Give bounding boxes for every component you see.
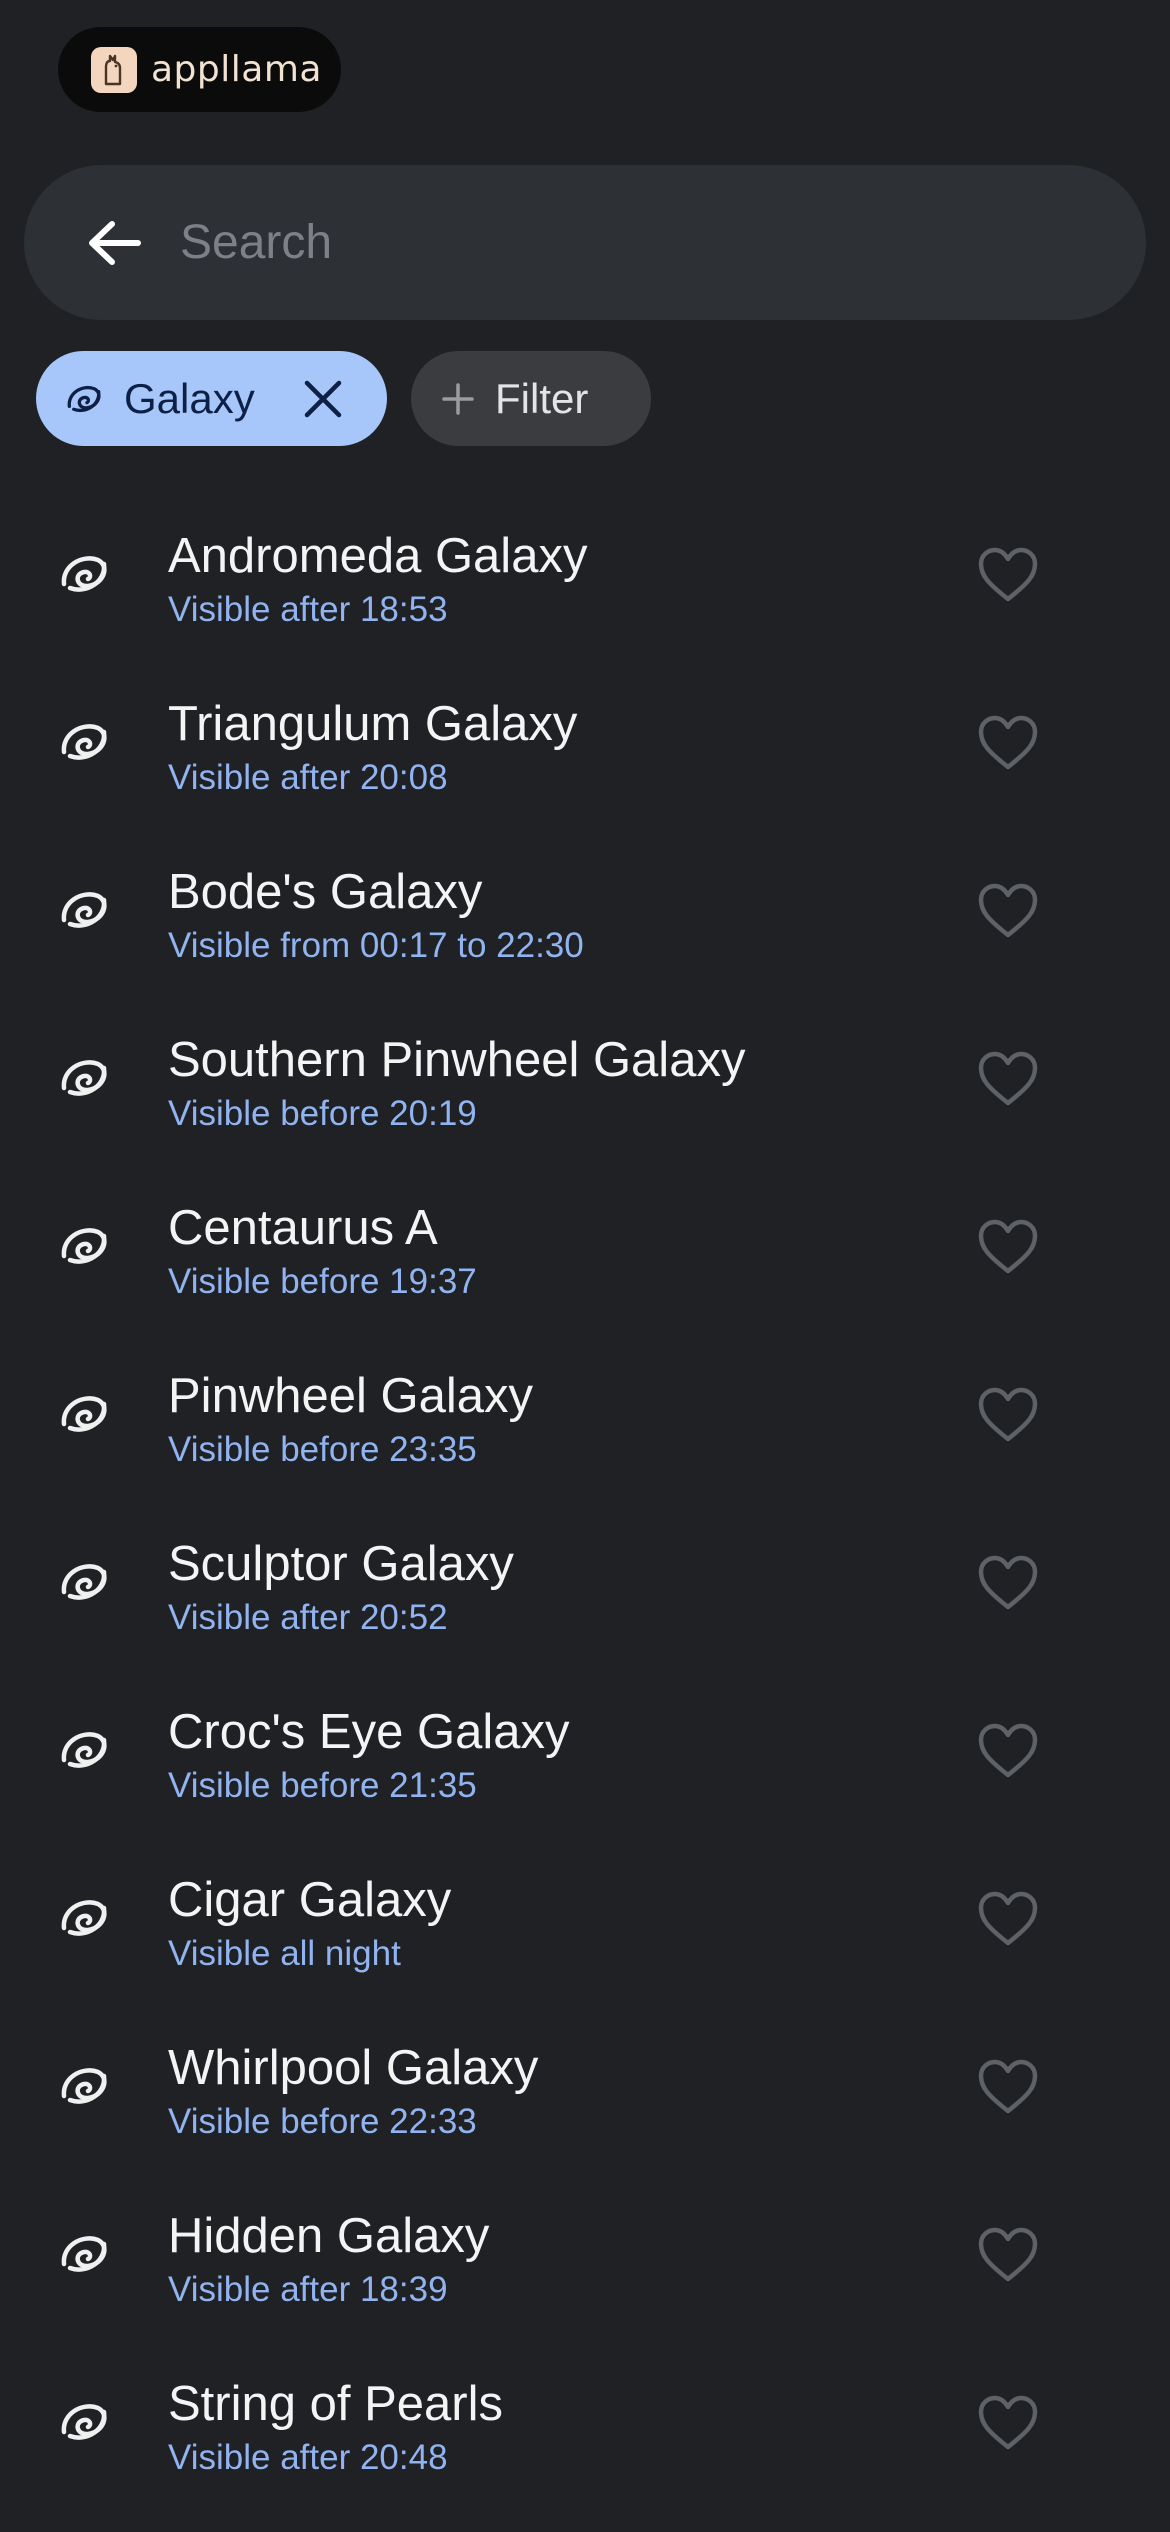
heart-icon[interactable] [977,1554,1039,1612]
list-item[interactable]: String of Pearls Visible after 20:48 [0,2342,1170,2510]
galaxy-icon [61,2404,107,2440]
list-item[interactable]: Centaurus A Visible before 19:37 [0,1166,1170,1334]
item-title: Hidden Galaxy [168,2209,490,2263]
galaxy-icon [61,1060,107,1096]
heart-icon[interactable] [977,1386,1039,1444]
item-title: Bode's Galaxy [168,865,483,919]
galaxy-search-screen: appllama Galaxy Filter [0,0,1170,2532]
heart-icon[interactable] [977,882,1039,940]
item-visibility: Visible before 23:35 [168,1430,477,1469]
item-title: Triangulum Galaxy [168,697,578,751]
heart-icon[interactable] [977,2394,1039,2452]
list-item[interactable]: Andromeda Galaxy Visible after 18:53 [0,494,1170,662]
heart-icon[interactable] [977,2226,1039,2284]
galaxy-icon [61,556,107,592]
list-item[interactable]: Croc's Eye Galaxy Visible before 21:35 [0,1670,1170,1838]
item-visibility: Visible before 19:37 [168,1262,477,1301]
galaxy-icon [61,2068,107,2104]
galaxy-icon [61,1396,107,1432]
galaxy-icon [67,385,101,412]
filter-chip-label: Filter [495,374,589,422]
back-arrow-icon[interactable] [78,207,150,279]
search-input[interactable] [180,165,1146,320]
item-visibility: Visible all night [168,1934,401,1973]
item-visibility: Visible after 20:52 [168,1598,448,1637]
galaxy-icon [61,892,107,928]
close-icon[interactable] [301,377,345,421]
plus-icon [442,382,474,415]
item-title: Centaurus A [168,1201,438,1255]
item-visibility: Visible after 20:08 [168,758,448,797]
heart-icon[interactable] [977,2058,1039,2116]
item-visibility: Visible after 18:39 [168,2270,448,2309]
item-visibility: Visible before 20:19 [168,1094,477,1133]
llama-logo-icon [91,46,137,93]
item-title: Cigar Galaxy [168,1873,452,1927]
galaxy-chip-label: Galaxy [124,374,255,422]
list-item[interactable]: Triangulum Galaxy Visible after 20:08 [0,662,1170,830]
item-title: Pinwheel Galaxy [168,1369,533,1423]
list-item[interactable]: Cigar Galaxy Visible all night [0,1838,1170,2006]
galaxy-list: Andromeda Galaxy Visible after 18:53 Tri… [0,494,1170,2510]
galaxy-icon [61,1564,107,1600]
heart-icon[interactable] [977,714,1039,772]
heart-icon[interactable] [977,1050,1039,1108]
item-title: String of Pearls [168,2377,503,2431]
heart-icon[interactable] [977,1722,1039,1780]
galaxy-icon [61,1732,107,1768]
brand-badge: appllama [58,27,341,112]
galaxy-filter-chip[interactable]: Galaxy [36,351,387,446]
galaxy-icon [61,724,107,760]
list-item[interactable]: Pinwheel Galaxy Visible before 23:35 [0,1334,1170,1502]
item-visibility: Visible after 20:48 [168,2438,448,2477]
heart-icon[interactable] [977,1218,1039,1276]
list-item[interactable]: Southern Pinwheel Galaxy Visible before … [0,998,1170,1166]
galaxy-icon [61,2236,107,2272]
item-visibility: Visible before 21:35 [168,1766,477,1805]
item-visibility: Visible before 22:33 [168,2102,477,2141]
search-bar [24,165,1146,320]
item-title: Croc's Eye Galaxy [168,1705,570,1759]
list-item[interactable]: Whirlpool Galaxy Visible before 22:33 [0,2006,1170,2174]
heart-icon[interactable] [977,546,1039,604]
item-visibility: Visible after 18:53 [168,590,448,629]
item-visibility: Visible from 00:17 to 22:30 [168,926,584,965]
item-title: Whirlpool Galaxy [168,2041,539,2095]
item-title: Sculptor Galaxy [168,1537,514,1591]
galaxy-icon [61,1228,107,1264]
galaxy-icon [61,1900,107,1936]
heart-icon[interactable] [977,1890,1039,1948]
brand-name: appllama [151,49,322,90]
list-item[interactable]: Sculptor Galaxy Visible after 20:52 [0,1502,1170,1670]
add-filter-chip[interactable]: Filter [411,351,651,446]
item-title: Southern Pinwheel Galaxy [168,1033,746,1087]
item-title: Andromeda Galaxy [168,529,588,583]
list-item[interactable]: Bode's Galaxy Visible from 00:17 to 22:3… [0,830,1170,998]
list-item[interactable]: Hidden Galaxy Visible after 18:39 [0,2174,1170,2342]
